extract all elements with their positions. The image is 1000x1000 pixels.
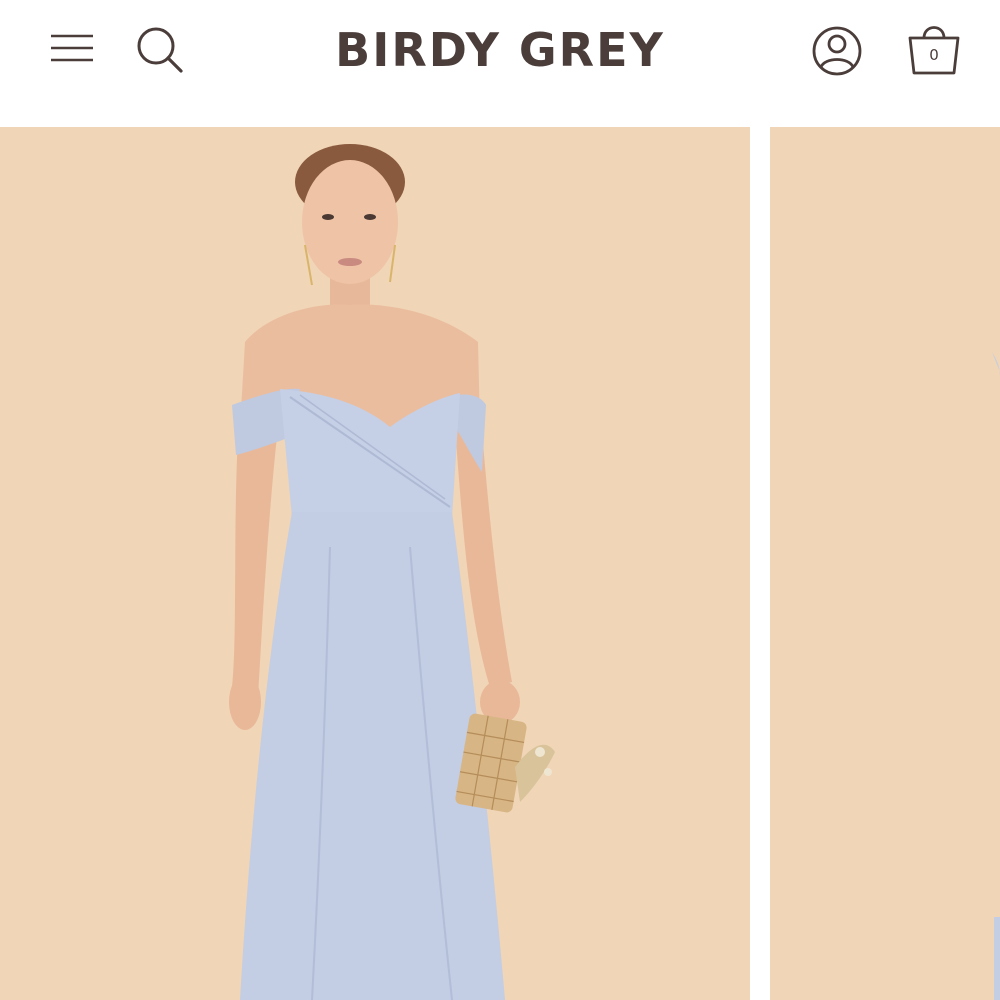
search-button[interactable] [132,22,188,78]
search-icon [137,27,183,73]
site-header: BIRDY GREY 0 [0,0,1000,125]
account-button[interactable] [808,22,866,80]
product-page: BIRDY GREY 0 [0,0,1000,1000]
user-account-icon [812,26,862,76]
next-photo-preview [770,127,1000,1000]
cart-count-badge: 0 [929,46,939,64]
hamburger-menu-icon [51,34,93,62]
model-in-dress-illustration [0,127,750,1000]
product-image-gallery[interactable] [0,127,1000,1000]
model-photo-front[interactable] [0,127,750,1000]
cart-button[interactable]: 0 [902,16,966,80]
model-photo-next[interactable] [770,127,1000,1000]
brand-logo[interactable]: BIRDY GREY [300,20,700,80]
menu-button[interactable] [46,24,98,72]
